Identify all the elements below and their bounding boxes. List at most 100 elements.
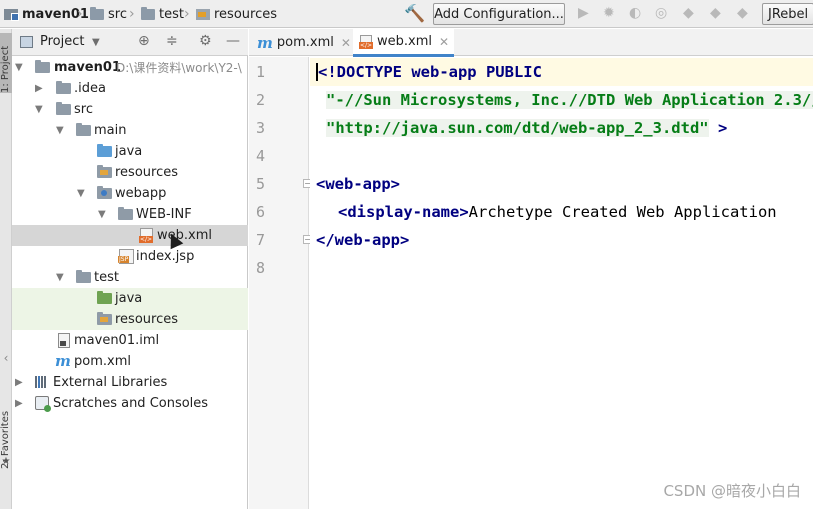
iml-file-icon bbox=[58, 333, 70, 348]
run-icon[interactable]: ▶ bbox=[578, 5, 589, 21]
hide-panel-icon[interactable]: — bbox=[226, 33, 240, 49]
line-number: 8 bbox=[256, 259, 266, 277]
jrebel-button[interactable]: JRebel bbox=[762, 3, 813, 25]
tree-item-label: maven01.iml bbox=[74, 333, 160, 348]
debug-icon[interactable]: ✹ bbox=[603, 5, 615, 21]
system-id-string: "http://java.sun.com/dtd/web-app_2_3.dtd… bbox=[326, 119, 709, 137]
tree-item-main[interactable]: ▼ main bbox=[12, 120, 248, 141]
expand-arrow-icon[interactable]: ▼ bbox=[98, 209, 106, 220]
test-source-folder-icon bbox=[97, 291, 112, 304]
jrebel-run-icon[interactable]: ◆ bbox=[683, 5, 694, 21]
line-number: 1 bbox=[256, 63, 266, 81]
line-number: 7 bbox=[256, 231, 266, 249]
tree-item-pom-xml[interactable]: m pom.xml bbox=[12, 351, 248, 372]
collapsed-arrow-icon[interactable]: ▶ bbox=[15, 398, 23, 409]
code-line-7[interactable]: </web-app> bbox=[316, 226, 409, 254]
breadcrumb-label: test bbox=[159, 6, 184, 22]
tab-pom-xml[interactable]: m pom.xml ✕ bbox=[257, 29, 352, 56]
tree-item-web-xml[interactable]: web.xml bbox=[12, 225, 248, 246]
tree-item-src[interactable]: ▼ src bbox=[12, 99, 248, 120]
breadcrumb-separator-icon: › bbox=[129, 6, 135, 22]
tree-item-scratches[interactable]: ▶ Scratches and Consoles bbox=[12, 393, 248, 414]
web-app-close-tag: </web-app> bbox=[316, 231, 410, 249]
maven-file-icon: m bbox=[257, 33, 273, 52]
close-icon[interactable]: ✕ bbox=[439, 35, 449, 49]
tree-item-label: maven01 bbox=[54, 60, 121, 75]
tree-item-maven01[interactable]: ▼ maven01 D:\课件资料\work\Y2-\ bbox=[12, 57, 248, 78]
add-configuration-button[interactable]: Add Configuration... bbox=[433, 3, 565, 25]
expand-arrow-icon[interactable]: ▼ bbox=[15, 62, 23, 73]
scratches-icon bbox=[35, 396, 51, 412]
tree-item-external-libraries[interactable]: ▶ External Libraries bbox=[12, 372, 248, 393]
module-icon bbox=[4, 8, 19, 21]
line-number: 5 bbox=[256, 175, 266, 193]
code-line-6[interactable]: <display-name> Archetype Created Web Appl… bbox=[338, 198, 777, 226]
breadcrumb-test[interactable]: test bbox=[141, 0, 184, 28]
tree-item-maven01-iml[interactable]: maven01.iml bbox=[12, 330, 248, 351]
project-panel-header: Project ▼ ⊕ ≑ ⚙ — bbox=[12, 29, 248, 56]
tree-item-webapp[interactable]: ▼ webapp bbox=[12, 183, 248, 204]
jsp-file-icon bbox=[118, 249, 134, 264]
public-id-string: "-//Sun Microsystems, Inc.//DTD Web Appl… bbox=[326, 91, 813, 109]
code-line-5[interactable]: <web-app> bbox=[316, 170, 400, 198]
code-line-1[interactable]: <!DOCTYPE web-app PUBLIC bbox=[310, 58, 813, 86]
tab-label: pom.xml bbox=[276, 35, 334, 50]
line-number: 6 bbox=[256, 203, 266, 221]
close-icon[interactable]: ✕ bbox=[341, 36, 351, 50]
expand-arrow-icon[interactable]: ▼ bbox=[56, 272, 64, 283]
code-line-3[interactable]: "http://java.sun.com/dtd/web-app_2_3.dtd… bbox=[326, 114, 727, 142]
tree-item-label: java bbox=[115, 291, 143, 306]
tab-web-xml[interactable]: web.xml ✕ bbox=[353, 29, 454, 57]
collapsed-arrow-icon[interactable]: ▶ bbox=[15, 377, 23, 388]
tree-item-idea[interactable]: ▶ .idea bbox=[12, 78, 248, 99]
breadcrumb-src[interactable]: src bbox=[90, 0, 127, 28]
breadcrumb-label: resources bbox=[214, 6, 278, 22]
project-view-selector[interactable]: Project bbox=[40, 34, 84, 49]
tree-item-web-inf[interactable]: ▼ WEB-INF bbox=[12, 204, 248, 225]
breadcrumb-resources[interactable]: resources bbox=[196, 0, 277, 28]
library-icon bbox=[35, 376, 46, 388]
code-line-2[interactable]: "-//Sun Microsystems, Inc.//DTD Web Appl… bbox=[326, 86, 813, 114]
collapsed-arrow-icon[interactable]: ▶ bbox=[35, 83, 43, 94]
module-folder-icon bbox=[35, 60, 50, 73]
locate-target-icon[interactable]: ⊕ bbox=[138, 33, 150, 49]
breadcrumb-separator-icon: › bbox=[184, 6, 190, 22]
profile-icon[interactable]: ◎ bbox=[655, 5, 667, 21]
web-folder-icon bbox=[97, 186, 112, 199]
tree-item-index-jsp[interactable]: index.jsp bbox=[12, 246, 248, 267]
tree-item-label: webapp bbox=[115, 186, 167, 201]
folder-icon bbox=[56, 102, 71, 115]
tree-item-label: Scratches and Consoles bbox=[53, 396, 209, 411]
doctype-close: > bbox=[708, 119, 728, 137]
tree-item-label: resources bbox=[115, 165, 179, 180]
tree-item-path: D:\课件资料\work\Y2-\ bbox=[116, 61, 242, 75]
code-editor[interactable]: <!DOCTYPE web-app PUBLIC "-//Sun Microsy… bbox=[310, 57, 813, 509]
coverage-icon[interactable]: ◐ bbox=[629, 5, 641, 21]
tree-item-label: .idea bbox=[74, 81, 106, 96]
jrebel-debug-icon[interactable]: ◆ bbox=[710, 5, 721, 21]
expand-arrow-icon[interactable]: ▼ bbox=[77, 188, 85, 199]
breadcrumb-label: src bbox=[108, 6, 127, 22]
project-tool-tab[interactable]: 1: Project bbox=[0, 33, 12, 93]
stop-icon[interactable]: ◆ bbox=[737, 5, 748, 21]
expand-arrow-icon[interactable]: ▼ bbox=[35, 104, 43, 115]
build-hammer-icon[interactable]: 🔨 bbox=[404, 4, 425, 24]
tree-item-main-java[interactable]: java bbox=[12, 141, 248, 162]
tool-window-stripe: 1: Project ‹ 2: Favorites ★ bbox=[0, 29, 12, 509]
collapse-arrow-icon[interactable]: ‹ bbox=[0, 351, 12, 367]
line-number: 2 bbox=[256, 91, 266, 109]
tree-item-main-resources[interactable]: resources bbox=[12, 162, 248, 183]
tree-item-test[interactable]: ▼ test bbox=[12, 267, 248, 288]
chevron-down-icon[interactable]: ▼ bbox=[92, 37, 100, 48]
gear-icon[interactable]: ⚙ bbox=[199, 33, 212, 49]
expand-arrow-icon[interactable]: ▼ bbox=[56, 125, 64, 136]
folder-icon bbox=[76, 123, 91, 136]
tree-item-test-java[interactable]: java bbox=[12, 288, 248, 309]
folder-icon bbox=[141, 6, 155, 20]
collapse-all-icon[interactable]: ≑ bbox=[166, 33, 178, 49]
web-app-open-tag: <web-app> bbox=[316, 175, 400, 193]
test-resources-folder-icon bbox=[97, 312, 112, 325]
display-name-text: Archetype Created Web Application bbox=[468, 203, 777, 221]
favorites-star-icon: ★ bbox=[1, 456, 11, 467]
tree-item-test-resources[interactable]: resources bbox=[12, 309, 248, 330]
